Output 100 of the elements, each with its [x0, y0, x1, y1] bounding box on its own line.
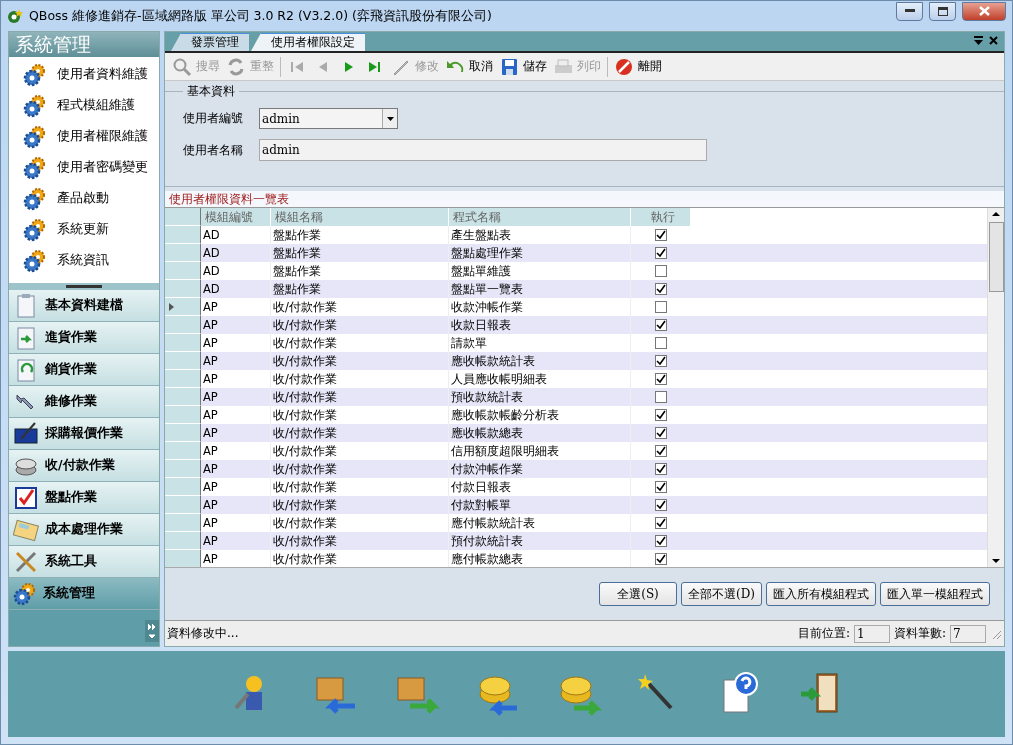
- close-icon: [978, 6, 990, 16]
- checkbox[interactable]: [655, 463, 667, 475]
- table-cell: 收/付款作業: [271, 550, 449, 567]
- sidebar-group-button[interactable]: 收/付款作業: [9, 450, 159, 482]
- row-header[interactable]: [165, 424, 201, 442]
- column-header[interactable]: 執行: [631, 208, 691, 226]
- sidebar-item[interactable]: 使用者權限維護: [9, 121, 159, 152]
- row-header[interactable]: [165, 316, 201, 334]
- row-header[interactable]: [165, 514, 201, 532]
- field-label: 使用者名稱: [183, 141, 244, 159]
- action-button[interactable]: 匯入所有模組程式: [766, 582, 876, 606]
- gear-icon: [23, 62, 47, 87]
- checkbox[interactable]: [655, 283, 667, 295]
- checkbox[interactable]: [655, 337, 667, 349]
- row-header[interactable]: [165, 244, 201, 262]
- row-header[interactable]: [165, 406, 201, 424]
- maximize-button[interactable]: [929, 1, 956, 21]
- checkbox[interactable]: [655, 391, 667, 403]
- sidebar-item[interactable]: 系統資訊: [9, 245, 159, 276]
- grid-title: 使用者權限資料一覽表: [165, 191, 1004, 208]
- gear-icon: [23, 93, 47, 118]
- sidebar-item[interactable]: 產品啟動: [9, 183, 159, 214]
- current-row-icon: [169, 302, 174, 311]
- row-header[interactable]: [165, 370, 201, 388]
- gear-icon: [23, 217, 47, 242]
- sidebar-group-button[interactable]: 維修作業: [9, 386, 159, 418]
- sidebar-item[interactable]: 使用者密碼變更: [9, 152, 159, 183]
- tab[interactable]: 發票管理: [171, 33, 249, 51]
- caret-icon: [386, 116, 394, 121]
- close-icon[interactable]: [989, 36, 998, 45]
- tab[interactable]: 使用者權限設定: [251, 33, 365, 51]
- chevron-icon[interactable]: [145, 620, 159, 642]
- gear-icon: [23, 124, 47, 149]
- checkbox[interactable]: [655, 247, 667, 259]
- vertical-scrollbar[interactable]: [987, 208, 1004, 567]
- sidebar-group-button[interactable]: 盤點作業: [9, 482, 159, 514]
- sidebar-item[interactable]: 使用者資料維護: [9, 59, 159, 90]
- checkbox[interactable]: [655, 373, 667, 385]
- checkbox[interactable]: [655, 265, 667, 277]
- toolbar-button[interactable]: 儲存: [496, 54, 550, 79]
- column-header[interactable]: 程式名稱: [449, 208, 631, 226]
- checkbox[interactable]: [655, 229, 667, 241]
- column-header[interactable]: 模組編號: [201, 208, 271, 226]
- checkbox[interactable]: [655, 445, 667, 457]
- row-header[interactable]: [165, 478, 201, 496]
- checkbox[interactable]: [655, 517, 667, 529]
- checkbox[interactable]: [655, 409, 667, 421]
- row-header[interactable]: [165, 352, 201, 370]
- app-logo-icon: [7, 8, 23, 24]
- gear-icon: [23, 155, 47, 180]
- row-header[interactable]: [165, 280, 201, 298]
- field-label: 使用者編號: [183, 110, 244, 127]
- row-header[interactable]: [165, 442, 201, 460]
- row-header[interactable]: [165, 532, 201, 550]
- sidebar-title: 系統管理: [9, 32, 159, 57]
- checkbox[interactable]: [655, 301, 667, 313]
- checkbox[interactable]: [655, 499, 667, 511]
- row-header[interactable]: [165, 226, 201, 244]
- row-header[interactable]: [165, 496, 201, 514]
- row-header[interactable]: [165, 334, 201, 352]
- refresh-icon: [226, 56, 246, 77]
- sidebar-group-button[interactable]: 銷貨作業: [9, 354, 159, 386]
- save-icon: [499, 56, 519, 77]
- action-button[interactable]: 匯入單一模組程式: [880, 582, 990, 606]
- sidebar-group-button[interactable]: 成本處理作業: [9, 514, 159, 546]
- sidebar-group-button[interactable]: 進貨作業: [9, 322, 159, 354]
- grid-corner[interactable]: [165, 208, 201, 226]
- checkbox[interactable]: [655, 319, 667, 331]
- status-label: 資料筆數:: [893, 625, 946, 642]
- splitter-grip[interactable]: [9, 283, 159, 290]
- position-field: 1: [853, 624, 890, 643]
- sidebar-group-button[interactable]: 系統工具: [9, 546, 159, 578]
- row-header[interactable]: [165, 460, 201, 478]
- sidebar-group-button[interactable]: 系統管理: [9, 578, 159, 610]
- toolbar-button[interactable]: 離開: [611, 54, 665, 79]
- gear-icon: [13, 581, 37, 606]
- sidebar-item[interactable]: 程式模組維護: [9, 90, 159, 121]
- row-header[interactable]: [165, 388, 201, 406]
- checkbox[interactable]: [655, 553, 667, 565]
- checkbox[interactable]: [655, 355, 667, 367]
- action-button[interactable]: 全選(S): [599, 582, 677, 606]
- sidebar-group-button[interactable]: 基本資料建檔: [9, 290, 159, 322]
- row-header[interactable]: [165, 298, 201, 316]
- sidebar-group-button[interactable]: 採購報價作業: [9, 418, 159, 450]
- scroll-thumb[interactable]: [988, 222, 1004, 292]
- sidebar-item[interactable]: 系統更新: [9, 214, 159, 245]
- user-name-field[interactable]: admin: [259, 139, 707, 161]
- checkbox[interactable]: [655, 535, 667, 547]
- minimize-button[interactable]: [896, 1, 923, 21]
- close-button[interactable]: [962, 1, 1006, 21]
- toolbar-button[interactable]: 取消: [442, 54, 496, 79]
- user-id-combo[interactable]: admin: [259, 108, 398, 129]
- dropdown-icon[interactable]: [974, 36, 983, 45]
- row-header[interactable]: [165, 550, 201, 567]
- action-button[interactable]: 全部不選(D): [681, 582, 762, 606]
- row-header[interactable]: [165, 262, 201, 280]
- column-header[interactable]: 模組名稱: [271, 208, 449, 226]
- checkbox[interactable]: [655, 427, 667, 439]
- gear-icon: [23, 248, 47, 273]
- checkbox[interactable]: [655, 481, 667, 493]
